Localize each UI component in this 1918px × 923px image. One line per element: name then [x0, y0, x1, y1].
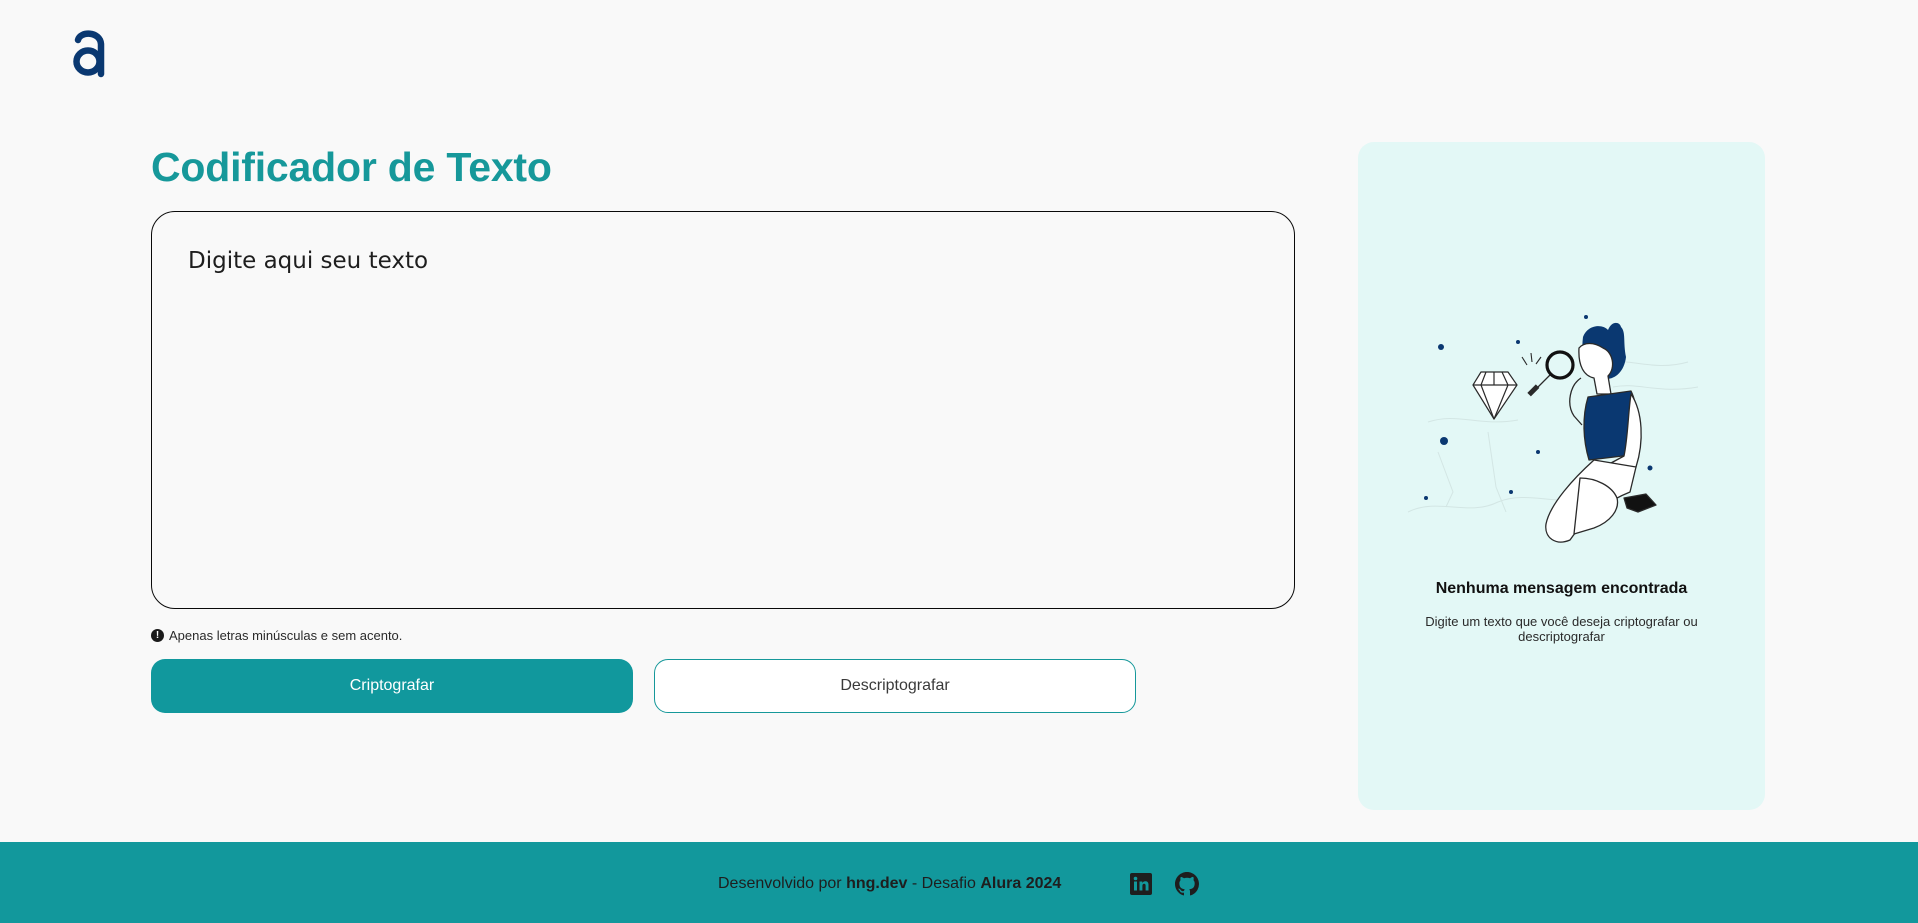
footer: Desenvolvido por hng.dev - Desafio Alura… — [0, 842, 1918, 923]
hint-text: Apenas letras minúsculas e sem acento. — [169, 628, 403, 643]
footer-challenge: Alura 2024 — [980, 875, 1062, 892]
encrypt-button[interactable]: Criptografar — [151, 659, 633, 713]
footer-prefix: Desenvolvido por — [718, 875, 847, 892]
hint: ! Apenas letras minúsculas e sem acento. — [151, 628, 402, 643]
info-icon: ! — [151, 629, 164, 642]
person-with-magnifier-illustration — [1407, 315, 1699, 543]
decrypt-button[interactable]: Descriptografar — [654, 659, 1136, 713]
text-input[interactable] — [188, 248, 1248, 578]
footer-credits: Desenvolvido por hng.dev - Desafio Alura… — [718, 875, 1061, 893]
page-title: Codificador de Texto — [151, 144, 552, 190]
empty-state-text: Digite um texto que você deseja criptogr… — [1425, 614, 1698, 644]
github-icon[interactable] — [1175, 872, 1199, 896]
footer-author-link[interactable]: hng.dev — [846, 875, 907, 892]
footer-middle: - Desafio — [907, 875, 981, 892]
linkedin-icon[interactable] — [1129, 872, 1153, 896]
text-input-box[interactable] — [151, 211, 1295, 609]
alura-logo-icon[interactable] — [70, 28, 110, 80]
empty-state-heading: Nenhuma mensagem encontrada — [1435, 580, 1688, 597]
output-panel: Nenhuma mensagem encontrada Digite um te… — [1358, 142, 1765, 810]
